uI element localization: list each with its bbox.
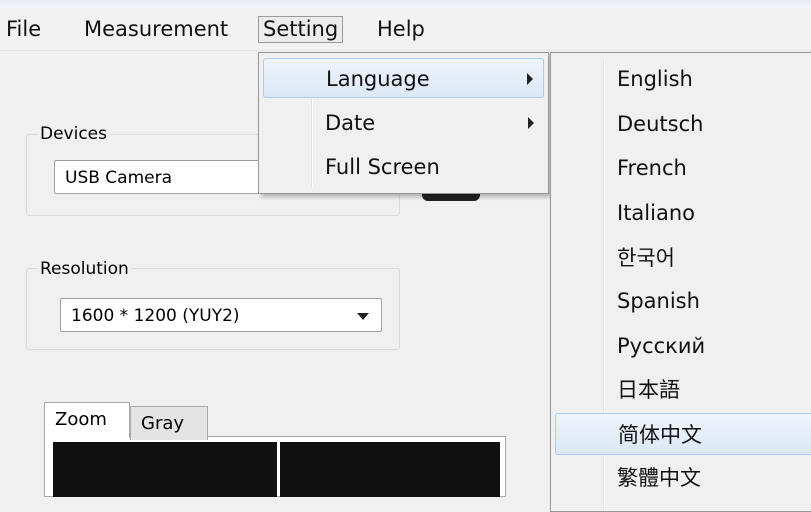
language-russian-label: Русский	[617, 334, 706, 358]
menu-bar: File Measurement Setting Help	[0, 8, 811, 51]
chevron-down-icon	[357, 313, 369, 320]
menu-measurement[interactable]: Measurement	[80, 17, 232, 42]
tab-gray[interactable]: Gray	[130, 406, 208, 440]
menu-item-full-screen[interactable]: Full Screen	[263, 147, 544, 187]
language-japanese-label: 日本語	[617, 378, 680, 402]
menu-item-language-label: Language	[326, 67, 430, 91]
language-submenu: English Deutsch French Italiano 한국어 Span…	[550, 52, 811, 512]
resolution-group-label: Resolution	[38, 259, 131, 279]
menu-setting[interactable]: Setting	[258, 16, 344, 43]
language-korean[interactable]: 한국어	[555, 237, 811, 279]
menu-item-date-label: Date	[325, 111, 376, 135]
menu-help[interactable]: Help	[373, 17, 429, 42]
language-spanish-label: Spanish	[617, 289, 700, 313]
language-french[interactable]: French	[555, 147, 811, 189]
chevron-right-icon	[527, 73, 533, 85]
tab-zoom-label: Zoom	[55, 409, 107, 430]
camera-view-right	[280, 442, 500, 497]
language-spanish[interactable]: Spanish	[555, 280, 811, 322]
language-deutsch[interactable]: Deutsch	[555, 103, 811, 145]
resolution-selected-value: 1600 * 1200 (YUY2)	[71, 306, 240, 326]
menu-item-date[interactable]: Date	[263, 103, 544, 143]
language-deutsch-label: Deutsch	[617, 112, 704, 136]
language-simplified-chinese-label: 简体中文	[618, 423, 702, 447]
language-korean-label: 한국어	[617, 246, 675, 270]
tab-gray-label: Gray	[141, 413, 185, 434]
camera-view-left	[53, 442, 277, 497]
language-russian[interactable]: Русский	[555, 325, 811, 367]
devices-group-label: Devices	[38, 124, 109, 144]
language-french-label: French	[617, 156, 687, 180]
menu-file[interactable]: File	[2, 17, 45, 42]
language-italiano-label: Italiano	[617, 201, 695, 225]
language-simplified-chinese[interactable]: 简体中文	[555, 413, 811, 455]
chevron-right-icon	[528, 117, 534, 129]
language-traditional-chinese-label: 繁體中文	[617, 466, 701, 490]
menu-item-full-screen-label: Full Screen	[325, 155, 440, 179]
language-traditional-chinese[interactable]: 繁體中文	[555, 457, 811, 499]
language-english-label: English	[617, 67, 693, 91]
tab-zoom[interactable]: Zoom	[44, 402, 130, 438]
setting-menu: Language Date Full Screen	[258, 52, 549, 194]
menu-item-language[interactable]: Language	[263, 58, 544, 98]
resolution-combobox[interactable]: 1600 * 1200 (YUY2)	[60, 298, 382, 332]
devices-selected-value: USB Camera	[65, 168, 173, 188]
window-title-strip	[0, 0, 811, 8]
language-japanese[interactable]: 日本語	[555, 369, 811, 411]
language-italiano[interactable]: Italiano	[555, 192, 811, 234]
language-english[interactable]: English	[555, 58, 811, 100]
